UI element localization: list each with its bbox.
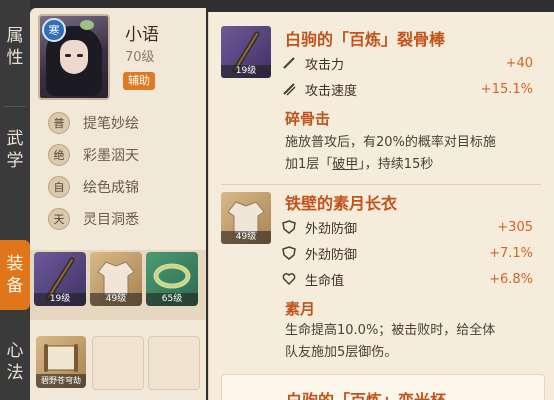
slot-level: 65级 <box>146 293 198 306</box>
weapon-effect-text: 施放普攻后，有20%的概率对目标施 加1层「破甲」，持续15秒 <box>285 132 531 176</box>
slot-level: 19级 <box>34 293 86 306</box>
equipment-slot-weapon[interactable]: 19级 <box>34 252 86 306</box>
armor-effect-line-1: 生命提高10.0%；被击败时，给全体 <box>285 323 496 338</box>
effect-keyword-link[interactable]: 破甲 <box>332 157 358 172</box>
stat-row: 生命值 +6.8% <box>281 268 533 290</box>
equipment-slot-armor[interactable]: 49级 <box>90 252 142 306</box>
skill-talent-icon: 天 <box>48 208 70 230</box>
stat-label: 外劲防御 <box>305 247 358 263</box>
tab-equipment-char-2: 备 <box>6 276 24 296</box>
slot-level: 49级 <box>221 231 271 244</box>
next-item-card[interactable]: 白驹的「百炼」变光杯 <box>221 374 545 400</box>
empty-manual-slot[interactable] <box>148 336 200 390</box>
armor-effect-title: 素月 <box>285 300 316 318</box>
skill-name: 绘色成锦 <box>83 180 139 196</box>
manual-slot[interactable]: 碧野苍穹劫 <box>36 336 86 388</box>
tab-attributes[interactable]: 属 性 <box>0 14 30 80</box>
armor-effect-text: 生命提高10.0%；被击败时，给全体 队友施加5层御伤。 <box>285 320 531 364</box>
tab-equipment[interactable]: 装 备 <box>0 240 30 310</box>
tab-mind-char-2: 法 <box>6 363 24 383</box>
effect-text-part: 加1层「 <box>285 157 333 172</box>
equipment-slot-accessory[interactable]: 65级 <box>146 252 198 306</box>
role-badge: 辅助 <box>123 72 155 90</box>
stat-row: 外劲防御 +7.1% <box>281 242 533 264</box>
character-name: 小语 <box>125 25 159 45</box>
tab-attributes-char-2: 性 <box>6 48 24 68</box>
stat-value: +7.1% <box>489 245 533 261</box>
shield-icon <box>281 245 297 261</box>
armor-title: 铁壁的素月长衣 <box>285 194 398 213</box>
skill-self-icon: 自 <box>48 176 70 198</box>
effect-text-part: 」，持续15秒 <box>358 157 434 172</box>
stat-value: +305 <box>497 219 533 235</box>
weapon-effect-title: 碎骨击 <box>285 110 331 128</box>
skill-normal-icon: 普 <box>48 112 70 134</box>
shield-icon <box>281 219 297 235</box>
armor-effect-line-2: 队友施加5层御伤。 <box>285 345 398 360</box>
tab-martial-arts[interactable]: 武 学 <box>0 118 30 182</box>
tab-mind-char-1: 心 <box>6 341 24 361</box>
stat-row: 外劲防御 +305 <box>281 216 533 238</box>
heart-icon <box>281 271 297 287</box>
tab-mind-methods[interactable]: 心 法 <box>0 330 30 394</box>
weapon-effect-line-1: 施放普攻后，有20%的概率对目标施 <box>285 135 496 150</box>
tab-attributes-char-1: 属 <box>6 26 24 46</box>
side-tab-bar: 属 性 武 学 装 备 心 法 <box>0 0 30 400</box>
element-badge: 寒 <box>42 18 66 42</box>
tab-martial-char-2: 学 <box>6 151 24 171</box>
character-panel: 寒 小语 70级 辅助 普 提笔妙绘 绝 彩墨洇天 自 绘色成锦 天 灵目洞悉 … <box>30 8 206 400</box>
skill-row[interactable]: 普 提笔妙绘 <box>48 112 139 134</box>
skill-name: 灵目洞悉 <box>83 212 139 228</box>
stat-label: 攻击速度 <box>305 83 358 99</box>
stat-label: 生命值 <box>305 273 345 289</box>
stat-value: +40 <box>505 55 533 71</box>
stat-label: 攻击力 <box>305 57 345 73</box>
weapon-effect-line-2: 加1层「破甲」，持续15秒 <box>285 154 531 176</box>
skill-row[interactable]: 绝 彩墨洇天 <box>48 144 139 166</box>
weapon-title: 白驹的「百炼」裂骨棒 <box>285 30 446 49</box>
armor-thumbnail: 49级 <box>221 192 271 244</box>
manual-name: 碧野苍穹劫 <box>36 374 86 388</box>
double-sword-icon <box>281 81 297 97</box>
stat-value: +15.1% <box>480 81 533 97</box>
skill-name: 彩墨洇天 <box>83 148 139 164</box>
stat-value: +6.8% <box>489 271 533 287</box>
slot-level: 49级 <box>90 293 142 306</box>
stat-row: 攻击力 +40 <box>281 52 533 74</box>
character-portrait[interactable]: 寒 <box>38 14 110 100</box>
stat-row: 攻击速度 +15.1% <box>281 78 533 100</box>
weapon-thumbnail: 19级 <box>221 26 271 78</box>
stat-label: 外劲防御 <box>305 221 358 237</box>
slot-level: 19级 <box>221 65 271 78</box>
sword-icon <box>281 55 297 71</box>
tab-martial-char-1: 武 <box>6 129 24 149</box>
character-level: 70级 <box>125 50 155 65</box>
item-detail-panel: 19级 白驹的「百炼」裂骨棒 攻击力 +40 攻击速度 +15.1% 碎骨击 施… <box>208 12 554 400</box>
tab-equipment-char-1: 装 <box>6 254 24 274</box>
skill-row[interactable]: 天 灵目洞悉 <box>48 208 139 230</box>
skill-ultimate-icon: 绝 <box>48 144 70 166</box>
skill-name: 提笔妙绘 <box>83 116 139 132</box>
skill-row[interactable]: 自 绘色成锦 <box>48 176 139 198</box>
empty-manual-slot[interactable] <box>92 336 144 390</box>
next-item-title: 白驹的「百炼」变光杯 <box>286 387 446 400</box>
